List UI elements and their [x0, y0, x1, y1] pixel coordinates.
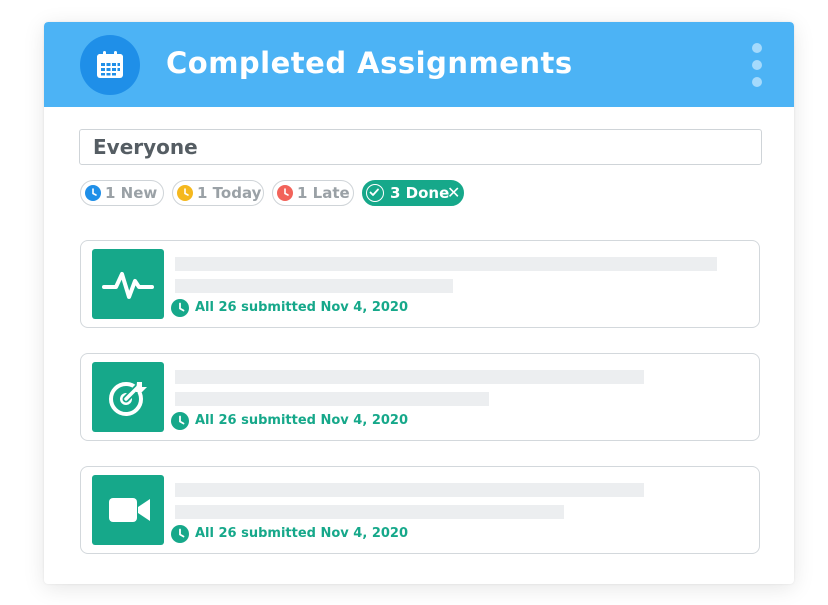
submission-status-text: All 26 submitted Nov 4, 2020 [195, 413, 408, 428]
clock-icon [171, 525, 189, 543]
activity-pulse-icon [92, 249, 164, 319]
assignment-row[interactable]: All 26 submitted Nov 4, 2020 [80, 240, 760, 328]
clear-filter-icon[interactable]: ✕ [447, 183, 460, 202]
filter-chip-today[interactable]: 1 Today [172, 180, 264, 206]
filter-chip-label: 3 Done [390, 184, 450, 202]
filter-chip-label: 1 Late [297, 184, 350, 202]
clock-icon [85, 185, 101, 201]
subtitle-placeholder [175, 505, 564, 519]
title-placeholder [175, 483, 644, 497]
submission-status-text: All 26 submitted Nov 4, 2020 [195, 300, 408, 315]
student-filter-input[interactable] [79, 129, 762, 165]
filter-chip-new[interactable]: 1 New [80, 180, 164, 206]
assignment-row[interactable]: All 26 submitted Nov 4, 2020 [80, 353, 760, 441]
title-placeholder [175, 257, 717, 271]
page-title: Completed Assignments [166, 46, 573, 80]
card-header: Completed Assignments [44, 22, 794, 107]
subtitle-placeholder [175, 279, 453, 293]
filter-chip-done[interactable]: 3 Done ✕ [362, 180, 464, 206]
filter-chip-label: 1 New [105, 184, 158, 202]
clock-icon [171, 412, 189, 430]
more-vertical-icon[interactable] [748, 41, 766, 89]
assignments-card: Completed Assignments 1 New 1 Today 1 La… [44, 22, 794, 584]
clock-icon [171, 299, 189, 317]
clock-icon [277, 185, 293, 201]
submission-status-text: All 26 submitted Nov 4, 2020 [195, 526, 408, 541]
title-placeholder [175, 370, 644, 384]
filter-chip-label: 1 Today [197, 184, 262, 202]
check-icon [366, 184, 384, 202]
assignment-row[interactable]: All 26 submitted Nov 4, 2020 [80, 466, 760, 554]
target-icon [92, 362, 164, 432]
subtitle-placeholder [175, 392, 489, 406]
clock-icon [177, 185, 193, 201]
filter-chip-late[interactable]: 1 Late [272, 180, 354, 206]
calendar-icon [80, 35, 140, 95]
video-camera-icon [92, 475, 164, 545]
